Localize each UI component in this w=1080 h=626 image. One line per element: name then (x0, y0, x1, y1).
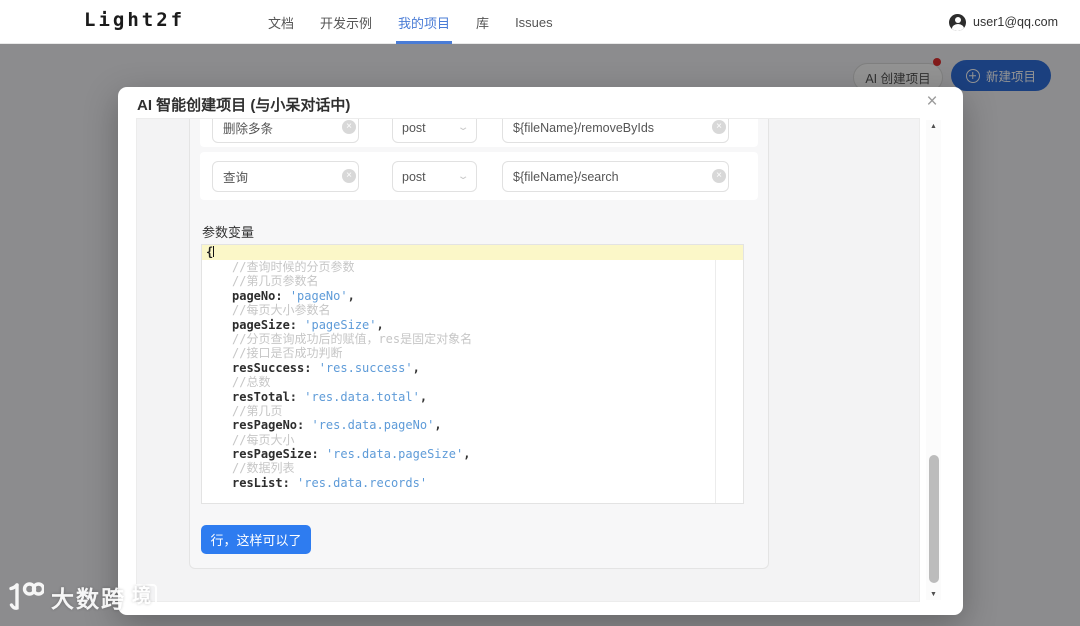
chevron-down-icon: ⌄ (456, 122, 470, 133)
screen: Light2f 文档 开发示例 我的项目库 Issues user1@qq.com A… (0, 0, 1080, 626)
nav-item[interactable]: Issues (515, 0, 553, 44)
dialog-title: AI 智能创建项目 (与小呆对话中) (137, 97, 351, 114)
column-ruler (715, 245, 716, 503)
code-comment-line: //查询时候的分页参数 (232, 260, 355, 274)
clear-icon[interactable]: × (712, 169, 726, 183)
user-avatar-icon (949, 13, 967, 31)
chevron-down-icon: ⌄ (456, 171, 470, 182)
code-active-line: { (202, 245, 743, 260)
api-row: × post ⌄ × (200, 152, 758, 200)
code-comment-line: //分页查询成功后的赋值，res是固定对象名 (232, 331, 473, 346)
nav-item[interactable]: 开发示例 (320, 0, 372, 44)
code-comment-line: //数据列表 (232, 461, 295, 476)
chat-panel: × post ⌄ × × post ⌄ (136, 118, 920, 602)
ai-create-dialog: AI 智能创建项目 (与小呆对话中) × × post ⌄ × (118, 87, 963, 615)
scroll-down-icon[interactable]: ▼ (926, 588, 941, 600)
nav-item[interactable]: 库 (476, 0, 489, 44)
code-pair-line: resPageSize: 'res.data.pageSize', (232, 447, 471, 462)
nav-item[interactable]: 我的项目 (396, 0, 453, 44)
method-select[interactable]: post ⌄ (392, 161, 477, 192)
code-pair-line: resPageNo: 'res.data.pageNo', (232, 418, 442, 433)
text-cursor (213, 246, 215, 257)
code-pair-line: resTotal: 'res.data.total', (232, 389, 428, 404)
code-comment-line: //第几页参数名 (232, 274, 319, 289)
api-url-input[interactable] (502, 161, 729, 192)
assistant-message-box: × post ⌄ × × post ⌄ (189, 119, 769, 569)
code-editor-lines: //查询时候的分页参数//第几页参数名 pageNo: 'pageNo',//每页… (202, 260, 743, 490)
scrollbar-thumb[interactable] (928, 455, 939, 583)
api-name-input[interactable] (212, 161, 359, 192)
confirm-button[interactable]: 行，这样可以了 (201, 525, 311, 554)
method-value: post (402, 169, 426, 184)
user-account[interactable]: user1@qq.com (949, 0, 1058, 44)
code-pair-line: pageSize: 'pageSize', (232, 317, 384, 332)
code-comment-line: //接口是否成功判断 (232, 346, 343, 361)
method-value: post (402, 120, 426, 135)
modal-scrollbar[interactable]: ▲ ▼ (926, 120, 941, 600)
code-comment-line: //总数 (232, 375, 271, 390)
params-variables-label: 参数变量 (202, 225, 255, 240)
clear-icon[interactable]: × (712, 120, 726, 134)
nav-menu: 文档 开发示例 我的项目库 Issues (268, 0, 553, 44)
api-row: × post ⌄ × (200, 119, 758, 147)
app-logo[interactable]: Light2f (84, 9, 185, 31)
close-icon[interactable]: × (921, 91, 943, 113)
code-comment-line: //每页大小 (232, 432, 295, 447)
nav-item[interactable]: 文档 (268, 0, 294, 44)
user-email: user1@qq.com (973, 15, 1058, 29)
code-editor[interactable]: { //查询时候的分页参数//第几页参数名 pageNo: 'pageNo',//… (201, 244, 744, 504)
method-select[interactable]: post ⌄ (392, 119, 477, 143)
api-url-input[interactable] (502, 119, 729, 143)
top-nav: Light2f 文档 开发示例 我的项目库 Issues user1@qq.com (0, 0, 1080, 44)
code-comment-line: //第几页 (232, 403, 283, 418)
clear-icon[interactable]: × (342, 120, 356, 134)
code-pair-line: resList: 'res.data.records' (232, 475, 428, 490)
code-pair-line: pageNo: 'pageNo', (232, 288, 355, 303)
code-pair-line: resSuccess: 'res.success', (232, 360, 420, 375)
clear-icon[interactable]: × (342, 169, 356, 183)
api-name-input[interactable] (212, 119, 359, 143)
scroll-up-icon[interactable]: ▲ (926, 120, 941, 132)
code-comment-line: //每页大小参数名 (232, 303, 331, 318)
